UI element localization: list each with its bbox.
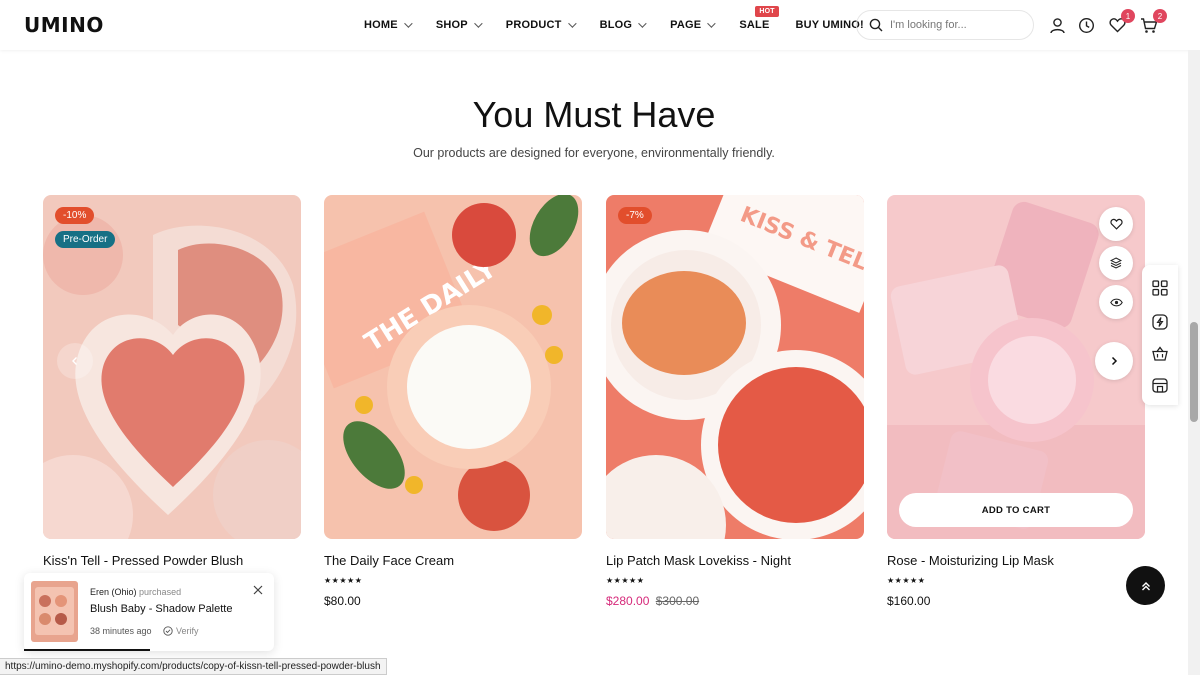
floating-toolbar [1142,265,1178,405]
add-to-cart-button[interactable]: ADD TO CART [899,493,1133,527]
section-subtitle: Our products are designed for everyone, … [413,146,775,160]
carousel-next-button[interactable] [1095,342,1133,380]
preorder-badge: Pre-Order [55,231,116,248]
hot-badge: HOT [755,6,779,17]
compare-at-price: $300.00 [655,594,700,608]
discount-badge: -7% [618,207,652,224]
recently-viewed-icon[interactable] [1076,15,1096,35]
nav-shop-label: SHOP [435,19,468,31]
nav-page-label: PAGE [670,19,702,31]
nav-home[interactable]: HOME [364,19,413,31]
nav-buy-umino[interactable]: BUY UMINO! [795,19,863,31]
product-card[interactable]: ADD TO CART Rose - Moisturizing Lip Mask… [887,195,1145,608]
grid-icon[interactable] [1151,279,1169,297]
nav-sale-label: SALE [739,19,770,31]
chevron-down-icon [567,19,577,28]
wishlist-icon[interactable]: 1 [1107,9,1135,35]
wishlist-count-badge: 1 [1121,9,1135,23]
purchased-product-name[interactable]: Blush Baby - Shadow Palette [90,603,232,615]
nav-sale[interactable]: HOT SALE [739,6,779,31]
purchase-buyer: Eren (Ohio) purchased [90,587,181,597]
chevron-down-icon [403,19,413,28]
product-name[interactable]: Lip Patch Mask Lovekiss - Night [606,553,864,568]
discount-badge: -10% [55,207,95,224]
page-scrollbar[interactable] [1188,50,1200,675]
nav-shop[interactable]: SHOP [435,19,483,31]
main-nav: HOME SHOP PRODUCT BLOG PAGE HOT SALE BUY … [364,0,890,50]
nav-product[interactable]: PRODUCT [505,19,577,31]
nav-home-label: HOME [364,19,398,31]
chevron-down-icon [638,19,647,28]
carousel-prev-button[interactable] [57,343,93,379]
chevron-down-icon [707,19,717,28]
close-popup-button[interactable] [253,582,263,600]
lightning-icon[interactable] [1151,313,1169,331]
verify-indicator: Verify [163,626,199,636]
popup-progress-bar [24,649,150,651]
scrollbar-thumb[interactable] [1190,322,1198,422]
search-box[interactable] [856,10,1034,40]
site-header: UMINO HOME SHOP PRODUCT BLOG PAGE HOT SAL… [0,0,1200,50]
purchased-product-thumbnail[interactable] [31,581,78,642]
product-card[interactable]: THE DAILY The Daily Face Cream ★★★★★ $80… [324,195,582,608]
product-image-lip-patch[interactable]: KISS & TELL -7% [606,195,864,539]
store-icon[interactable] [1151,376,1169,394]
cart-icon[interactable]: 2 [1139,9,1167,35]
product-price: $80.00 [324,594,361,608]
purchase-time: 38 minutes ago [90,626,152,636]
cart-count-badge: 2 [1153,9,1167,23]
buyer-name: Eren (Ohio) [90,587,137,597]
product-name[interactable]: Rose - Moisturizing Lip Mask [887,553,1145,568]
nav-blog[interactable]: BLOG [599,19,647,31]
product-name[interactable]: The Daily Face Cream [324,553,582,568]
chevron-left-icon [72,357,77,365]
section-title: You Must Have [472,94,716,135]
chevron-right-icon [1111,356,1118,366]
nav-page[interactable]: PAGE [670,19,717,31]
product-image-face-cream[interactable]: THE DAILY [324,195,582,539]
double-chevron-up-icon [1141,581,1150,590]
rating-stars: ★★★★★ [887,576,926,585]
eye-icon [1109,298,1123,306]
product-image-lip-mask[interactable]: ADD TO CART [887,195,1145,539]
wishlist-button[interactable] [1099,207,1133,241]
nav-buy-umino-label: BUY UMINO! [795,19,864,31]
search-input[interactable] [890,19,1030,31]
quick-view-button[interactable] [1099,285,1133,319]
product-card[interactable]: -10% Pre-Order Kiss'n Tell - Pressed Pow… [43,195,301,568]
rating-stars: ★★★★★ [606,576,645,585]
chevron-down-icon [473,19,483,28]
search-icon [869,18,883,32]
heart-icon [1109,218,1123,230]
check-circle-icon [163,626,173,636]
layers-icon [1110,257,1122,269]
nav-blog-label: BLOG [599,19,633,31]
account-icon[interactable] [1047,15,1067,35]
verify-label: Verify [176,626,199,636]
product-card[interactable]: KISS & TELL -7% Lip Patch Mask Lovekiss … [606,195,864,608]
back-to-top-button[interactable] [1126,566,1165,605]
site-logo[interactable]: UMINO [24,13,104,37]
recent-purchase-popup[interactable]: Eren (Ohio) purchased Blush Baby - Shado… [24,573,274,651]
sale-price: $280.00 [606,594,650,608]
nav-product-label: PRODUCT [505,19,562,31]
product-name[interactable]: Kiss'n Tell - Pressed Powder Blush [43,553,301,568]
product-price: $160.00 [887,594,931,608]
close-icon [253,585,263,595]
product-price: $280.00 $300.00 [606,594,864,608]
rating-stars: ★★★★★ [324,576,363,585]
compare-button[interactable] [1099,246,1133,280]
status-bar-url: https://umino-demo.myshopify.com/product… [0,658,387,675]
purchase-action: purchased [139,587,182,597]
product-image-blush[interactable]: -10% Pre-Order [43,195,301,539]
basket-icon[interactable] [1151,345,1169,363]
